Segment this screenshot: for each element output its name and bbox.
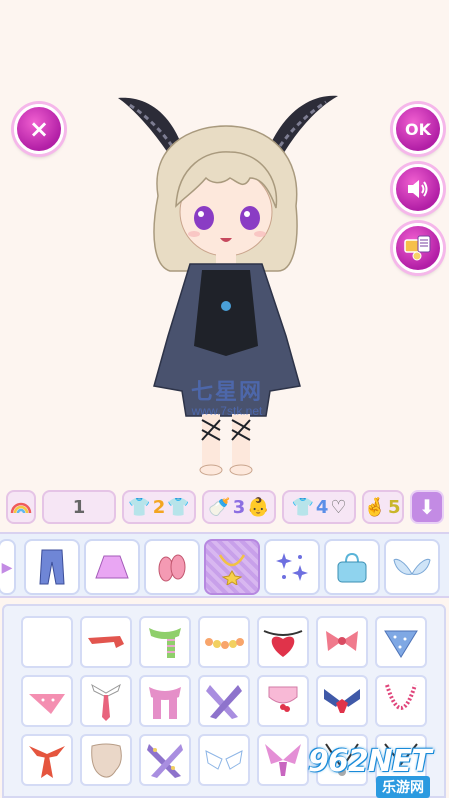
chibi-character xyxy=(118,95,338,476)
sailor-collar-icon xyxy=(324,689,360,713)
category-bar: 1 👕 2 👕 🍼 3 👶 👕 4 ♡ 🤞 5 xyxy=(0,490,449,526)
background-button[interactable] xyxy=(393,223,443,273)
skirt-icon xyxy=(95,555,129,579)
item-pink-scarf[interactable] xyxy=(139,675,191,727)
red-headband-icon xyxy=(88,636,124,648)
shirt-icon: 👕 xyxy=(128,496,151,518)
purple-star-scarf-icon xyxy=(147,744,183,778)
shirt-icon: 👕 xyxy=(291,496,314,518)
item-pink-fan-collar[interactable] xyxy=(257,734,309,786)
category-number: 5 xyxy=(387,496,401,518)
white-collar-icon xyxy=(205,750,243,770)
pink-bead-necklace-icon xyxy=(385,684,417,710)
ok-button[interactable]: OK xyxy=(393,104,443,154)
item-blue-bandana[interactable] xyxy=(375,616,427,668)
purple-knit-scarf-icon xyxy=(206,685,242,719)
category-number: 2 xyxy=(152,496,166,518)
item-white-collar[interactable] xyxy=(198,734,250,786)
subcategory-shoes[interactable] xyxy=(144,539,200,595)
subcategory-wings[interactable] xyxy=(384,539,440,595)
blue-bandana-icon xyxy=(384,630,418,658)
logo-sub-text: 乐游网 xyxy=(376,776,430,798)
subcategory-pants[interactable] xyxy=(24,539,80,595)
item-pink-bandana[interactable] xyxy=(21,675,73,727)
category-number: 4 xyxy=(315,496,329,518)
item-bead-necklace[interactable] xyxy=(198,616,250,668)
category-number: 3 xyxy=(232,496,246,518)
subcategory-necklace[interactable] xyxy=(204,539,260,595)
red-bow-icon xyxy=(326,631,358,651)
item-purple-knit-scarf[interactable] xyxy=(198,675,250,727)
subcategory-panel: ▶ xyxy=(0,532,449,598)
logo-main-text: 962NET xyxy=(308,744,432,779)
chevron-left-icon: ▶ xyxy=(1,558,13,575)
hand-heart-icon: 🤞 xyxy=(363,496,386,518)
shoes-icon xyxy=(158,554,186,582)
sound-button[interactable] xyxy=(393,164,443,214)
category-tab-4[interactable]: 👕 4 ♡ xyxy=(282,490,356,524)
background-scene-icon xyxy=(404,235,431,261)
watermark-title: 七星网 xyxy=(190,379,263,404)
necklace-icon xyxy=(218,554,246,585)
tie-collar-icon xyxy=(91,683,121,721)
baby-icon: 👶 xyxy=(247,496,270,518)
category-tab-2[interactable]: 👕 2 👕 xyxy=(122,490,196,524)
arrow-down-icon: ⬇ xyxy=(418,496,436,519)
red-neckerchief-icon xyxy=(29,746,65,778)
subcategory-handbag[interactable] xyxy=(324,539,380,595)
shirt-icon: 👕 xyxy=(167,496,190,518)
item-green-scarf[interactable] xyxy=(139,616,191,668)
fluffy-collar-icon xyxy=(91,743,122,778)
rainbow-icon xyxy=(10,502,32,514)
category-tab-5[interactable]: 🤞 5 xyxy=(362,490,404,524)
logo-watermark: 962NET 乐游网 xyxy=(308,742,448,798)
item-sailor-collar[interactable] xyxy=(316,675,368,727)
pink-bandana-icon xyxy=(29,694,65,714)
item-red-bow[interactable] xyxy=(316,616,368,668)
item-red-neckerchief[interactable] xyxy=(21,734,73,786)
category-tab-1[interactable]: 1 xyxy=(42,490,116,524)
sparkles-icon xyxy=(276,553,308,581)
subcategory-skirt[interactable] xyxy=(84,539,140,595)
scroll-left-tab[interactable]: ▶ xyxy=(0,539,16,595)
speaker-icon xyxy=(408,180,428,198)
character-stage: × OK 七星网 www.7stk.net xyxy=(0,0,449,485)
watermark-url: www.7stk.net xyxy=(191,404,263,418)
bra-top-icon xyxy=(268,686,298,712)
site-watermark: 七星网 www.7stk.net xyxy=(172,374,282,418)
collapse-arrow-button[interactable]: ⬇ xyxy=(410,490,444,524)
handbag-icon xyxy=(337,552,367,583)
item-tie-collar[interactable] xyxy=(80,675,132,727)
item-purple-star-scarf[interactable] xyxy=(139,734,191,786)
heart-icon: ♡ xyxy=(330,496,347,518)
item-pink-bead-necklace[interactable] xyxy=(375,675,427,727)
pink-fan-collar-icon xyxy=(265,744,301,776)
pacifier-icon: 🍼 xyxy=(208,496,231,518)
category-tab-3[interactable]: 🍼 3 👶 xyxy=(202,490,276,524)
item-empty[interactable] xyxy=(21,616,73,668)
heart-choker-icon xyxy=(263,630,303,657)
pink-scarf-icon xyxy=(149,687,181,719)
close-button[interactable]: × xyxy=(14,104,64,154)
category-tab-rainbow[interactable] xyxy=(6,490,36,524)
item-bra-top[interactable] xyxy=(257,675,309,727)
pants-icon xyxy=(39,549,65,585)
item-heart-choker[interactable] xyxy=(257,616,309,668)
item-headband[interactable] xyxy=(80,616,132,668)
wings-icon xyxy=(393,558,431,575)
green-scarf-icon xyxy=(149,628,181,658)
right-horn xyxy=(272,95,338,156)
bead-necklace-icon xyxy=(205,638,244,649)
item-fluffy-collar[interactable] xyxy=(80,734,132,786)
subcategory-sparkles[interactable] xyxy=(264,539,320,595)
category-number: 1 xyxy=(72,496,86,518)
